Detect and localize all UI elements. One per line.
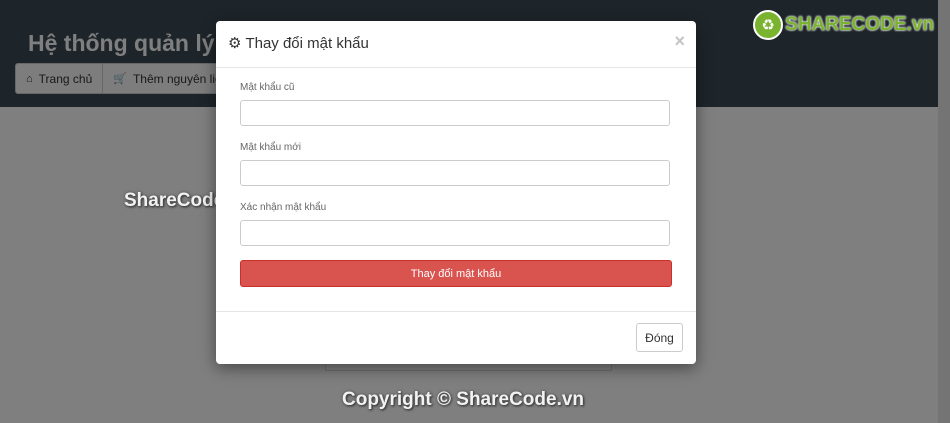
copyright-watermark: Copyright © ShareCode.vn — [342, 389, 585, 410]
confirm-password-label: Xác nhận mật khẩu — [240, 202, 327, 213]
new-password-label: Mật khẩu mới — [240, 142, 302, 153]
modal-header: ⚙ Thay đổi mật khẩu × — [216, 21, 696, 68]
sharecode-logo: ♻ SHARECODE.vn — [753, 10, 934, 40]
new-password-input[interactable] — [240, 160, 670, 186]
modal-title-text: Thay đổi mật khẩu — [245, 34, 369, 52]
old-password-label: Mật khẩu cũ — [240, 82, 295, 93]
confirm-password-input[interactable] — [240, 220, 670, 246]
modal-title: ⚙ Thay đổi mật khẩu — [228, 34, 369, 53]
close-button[interactable]: Đóng — [636, 323, 683, 352]
gear-icon: ⚙ — [228, 35, 242, 52]
recycle-logo-icon: ♻ — [753, 10, 784, 40]
logo-text: SHARECODE.vn — [785, 14, 934, 35]
change-password-button[interactable]: Thay đổi mật khẩu — [240, 260, 672, 287]
modal-footer-divider — [216, 311, 696, 312]
change-password-modal: ⚙ Thay đổi mật khẩu × Mật khẩu cũ Mật kh… — [216, 21, 696, 364]
old-password-input[interactable] — [240, 100, 670, 126]
close-icon[interactable]: × — [674, 31, 685, 52]
